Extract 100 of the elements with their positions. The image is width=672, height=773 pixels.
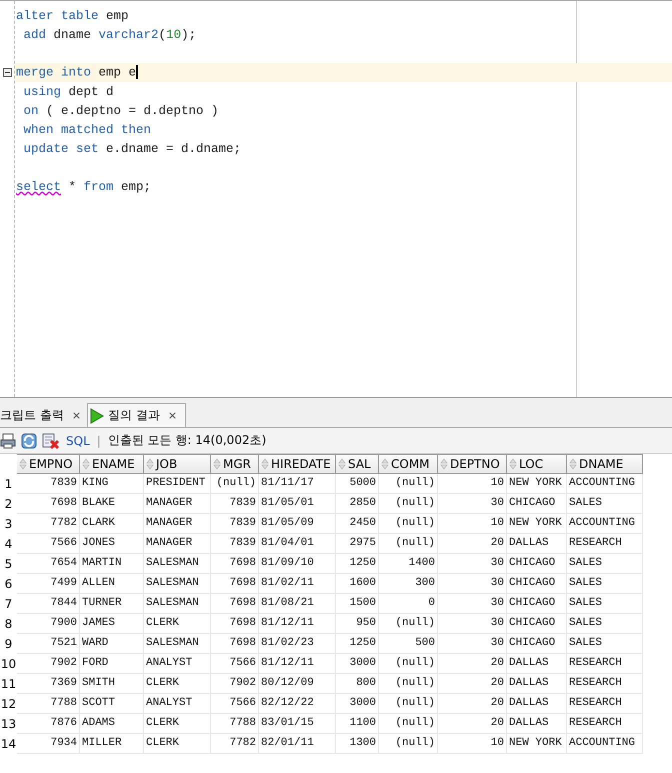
table-cell: (null)	[379, 734, 438, 754]
table-cell: 7566	[211, 654, 259, 674]
refresh-icon[interactable]	[20, 432, 38, 448]
row-number: 6	[4, 576, 14, 593]
sort-arrows-icon[interactable]	[440, 458, 448, 470]
table-cell: RESEARCH	[567, 714, 643, 734]
table-cell: 3000	[336, 654, 379, 674]
table-cell: SALESMAN	[144, 594, 211, 614]
table-cell: DALLAS	[507, 654, 567, 674]
table-cell: 82/12/22	[259, 694, 336, 714]
table-cell: ACCOUNTING	[567, 514, 643, 534]
table-cell: 1250	[336, 554, 379, 574]
column-header[interactable]: COMM	[379, 454, 438, 474]
table-cell: 30	[438, 634, 507, 654]
table-cell: ADAMS	[80, 714, 144, 734]
table-cell: 7698	[211, 594, 259, 614]
sort-arrows-icon[interactable]	[19, 458, 27, 470]
sort-arrows-icon[interactable]	[381, 458, 389, 470]
table-cell: 30	[438, 494, 507, 514]
row-number: 12	[0, 696, 17, 713]
table-cell: NEW YORK	[507, 514, 567, 534]
table-cell: 7698	[211, 614, 259, 634]
table-cell: 7521	[17, 634, 80, 654]
table-cell: MANAGER	[144, 494, 211, 514]
result-tab[interactable]: 크립트 출력 ×	[0, 404, 88, 427]
table-cell: 20	[438, 694, 507, 714]
table-cell: (null)	[379, 614, 438, 634]
table-cell: 30	[438, 594, 507, 614]
close-icon[interactable]: ×	[168, 409, 178, 422]
result-tab[interactable]: 질의 결과 ×	[87, 403, 186, 427]
sql-link[interactable]: SQL	[66, 434, 90, 448]
column-header[interactable]: MGR	[211, 454, 259, 474]
sort-arrows-icon[interactable]	[569, 458, 577, 470]
row-number: 1	[4, 476, 14, 493]
column-header[interactable]: HIREDATE	[259, 454, 336, 474]
table-cell: 20	[438, 654, 507, 674]
table-cell: CLERK	[144, 714, 211, 734]
status-text: 인출된 모든 행: 14(0,002초)	[108, 432, 266, 449]
table-cell: RESEARCH	[567, 694, 643, 714]
table-cell: (null)	[379, 474, 438, 494]
sort-arrows-icon[interactable]	[338, 458, 346, 470]
table-cell: 81/11/17	[259, 474, 336, 494]
table-cell: SALES	[567, 634, 643, 654]
table-cell: 7788	[17, 694, 80, 714]
row-number: 4	[4, 536, 14, 553]
row-number: 13	[0, 716, 17, 733]
column-header[interactable]: SAL	[336, 454, 379, 474]
row-number: 3	[4, 516, 14, 533]
sort-arrows-icon[interactable]	[146, 458, 154, 470]
table-cell: 7839	[211, 514, 259, 534]
table-cell: RESEARCH	[567, 674, 643, 694]
table-cell: SCOTT	[80, 694, 144, 714]
table-cell: 0	[379, 594, 438, 614]
delete-document-icon[interactable]	[42, 432, 60, 448]
table-cell: SMITH	[80, 674, 144, 694]
table-cell: 7698	[17, 494, 80, 514]
row-number: 10	[0, 656, 17, 673]
table-cell: MANAGER	[144, 534, 211, 554]
close-icon[interactable]: ×	[72, 409, 82, 422]
column-header[interactable]: EMPNO	[17, 454, 80, 474]
table-cell: DALLAS	[507, 674, 567, 694]
table-cell: 7839	[17, 474, 80, 494]
table-cell: 7782	[211, 734, 259, 754]
table-cell: PRESIDENT	[144, 474, 211, 494]
sort-arrows-icon[interactable]	[509, 458, 517, 470]
code-editor[interactable]: alter table emp add dname varchar2(10); merge into emp e using dept d on ( e.deptno = d.deptno ) when matched then update set e.dname = d.dname; select * from emp;	[0, 0, 672, 398]
column-header[interactable]: DEPTNO	[438, 454, 507, 474]
code-line: alter table emp	[15, 8, 129, 22]
printer-icon[interactable]	[0, 432, 16, 448]
table-cell: 30	[438, 614, 507, 634]
table-cell: (null)	[379, 694, 438, 714]
sort-arrows-icon[interactable]	[261, 458, 269, 470]
collapse-icon[interactable]	[3, 68, 12, 77]
table-cell: 1400	[379, 554, 438, 574]
table-cell: CLERK	[144, 614, 211, 634]
row-number: 14	[0, 736, 17, 753]
table-cell: JONES	[80, 534, 144, 554]
table-cell: SALES	[567, 494, 643, 514]
row-number: 2	[4, 496, 14, 513]
row-number: 5	[4, 556, 14, 573]
table-cell: 2975	[336, 534, 379, 554]
table-cell: CLARK	[80, 514, 144, 534]
table-cell: 20	[438, 674, 507, 694]
column-header[interactable]: JOB	[144, 454, 211, 474]
column-header[interactable]: LOC	[507, 454, 567, 474]
column-header[interactable]: ENAME	[80, 454, 144, 474]
column-header[interactable]: DNAME	[567, 454, 643, 474]
sort-arrows-icon[interactable]	[213, 458, 221, 470]
table-cell: CHICAGO	[507, 634, 567, 654]
table-cell: MARTIN	[80, 554, 144, 574]
code-line: merge into emp e	[15, 65, 138, 80]
table-cell: (null)	[379, 674, 438, 694]
sort-arrows-icon[interactable]	[82, 458, 90, 470]
table-cell: CHICAGO	[507, 554, 567, 574]
table-cell: DALLAS	[507, 694, 567, 714]
table-cell: 20	[438, 534, 507, 554]
row-number: 7	[4, 596, 14, 613]
table-cell: 7698	[211, 574, 259, 594]
table-cell: 30	[438, 574, 507, 594]
table-cell: 800	[336, 674, 379, 694]
